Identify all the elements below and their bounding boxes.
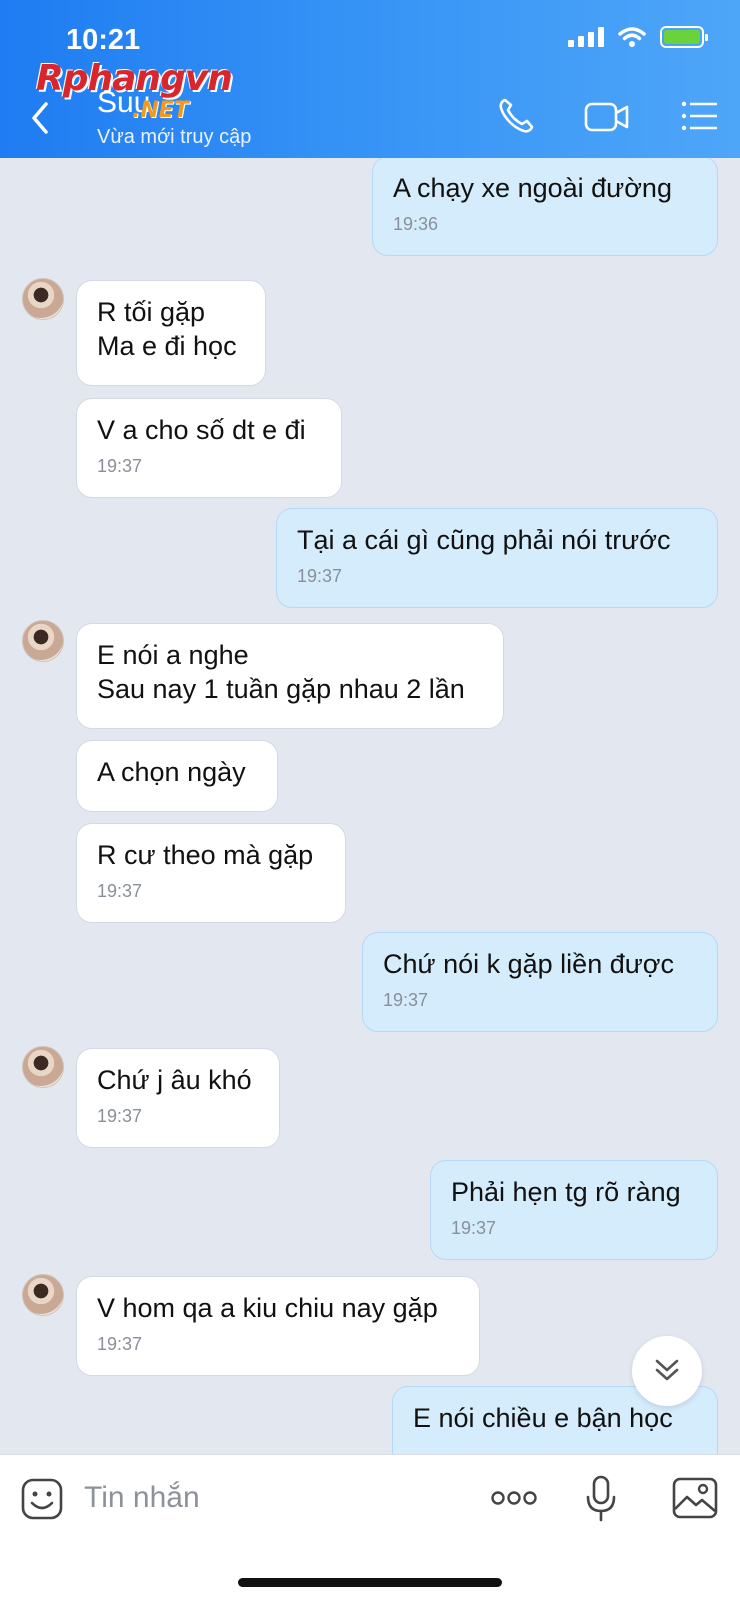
message-text: R tối gặp Ma e đi học	[97, 297, 237, 361]
scroll-to-bottom-button[interactable]	[632, 1336, 702, 1406]
watermark-logo: Rphangvn .NET	[36, 58, 233, 123]
status-icons	[568, 26, 708, 48]
microphone-icon[interactable]	[584, 1475, 618, 1523]
message-time: 19:37	[97, 456, 143, 476]
message-text: E nói chiều e bận học	[413, 1403, 673, 1433]
message-bubble-incoming[interactable]: V hom qa a kiu chiu nay gặp 19:37	[76, 1276, 480, 1376]
battery-icon	[660, 26, 708, 48]
message-text: Phải hẹn tg rõ ràng	[451, 1177, 681, 1207]
avatar[interactable]	[22, 1046, 64, 1088]
message-bubble-incoming[interactable]: E nói a nghe Sau nay 1 tuần gặp nhau 2 l…	[76, 623, 504, 729]
message-time: 19:37	[97, 881, 143, 901]
phone-icon[interactable]	[496, 96, 536, 136]
message-text: R cư theo mà gặp	[97, 840, 314, 870]
message-text: Tại a cái gì cũng phải nói trước	[297, 525, 671, 555]
message-bubble-incoming[interactable]: R cư theo mà gặp 19:37	[76, 823, 346, 923]
message-bubble-outgoing[interactable]: Tại a cái gì cũng phải nói trước 19:37	[276, 508, 718, 608]
message-time: 19:37	[451, 1218, 497, 1238]
more-dots-icon[interactable]	[490, 1489, 538, 1507]
message-bubble-incoming[interactable]: R tối gặp Ma e đi học	[76, 280, 266, 386]
message-text: Chứ nói k gặp liền được	[383, 949, 675, 979]
status-time: 10:21	[66, 24, 141, 56]
message-text: A chạy xe ngoài đường	[393, 173, 672, 203]
avatar[interactable]	[22, 278, 64, 320]
back-icon[interactable]	[22, 96, 62, 140]
message-bubble-incoming[interactable]: A chọn ngày	[76, 740, 278, 812]
message-text: V a cho số dt e đi	[97, 415, 306, 445]
avatar[interactable]	[22, 620, 64, 662]
message-time: 19:37	[383, 990, 429, 1010]
message-list[interactable]: A chạy xe ngoài đường 19:36 R tối gặp Ma…	[0, 158, 740, 1454]
wifi-icon	[618, 27, 646, 47]
list-menu-icon[interactable]	[680, 100, 720, 132]
chat-header: 10:21 Suu Vừa mới truy cập Rphangvn .NET	[0, 0, 740, 158]
message-time: 19:37	[97, 1106, 143, 1126]
signal-icon	[568, 27, 604, 47]
message-text: V hom qa a kiu chiu nay gặp	[97, 1293, 438, 1323]
message-bubble-incoming[interactable]: V a cho số dt e đi 19:37	[76, 398, 342, 498]
video-camera-icon[interactable]	[584, 100, 630, 134]
message-time: 19:37	[97, 1334, 143, 1354]
message-bubble-outgoing[interactable]: A chạy xe ngoài đường 19:36	[372, 158, 718, 256]
home-indicator	[238, 1578, 502, 1587]
message-text: Chứ j âu khó	[97, 1065, 252, 1095]
message-bubble-outgoing[interactable]: Chứ nói k gặp liền được 19:37	[362, 932, 718, 1032]
message-text: A chọn ngày	[97, 757, 246, 787]
message-input[interactable]: Tin nhắn	[84, 1481, 200, 1515]
message-bubble-outgoing[interactable]: Phải hẹn tg rõ ràng 19:37	[430, 1160, 718, 1260]
contact-status: Vừa mới truy cập	[97, 126, 252, 148]
double-chevron-down-icon	[655, 1359, 679, 1381]
message-text: E nói a nghe Sau nay 1 tuần gặp nhau 2 l…	[97, 640, 465, 704]
message-time: 19:37	[297, 566, 343, 586]
message-time: 19:36	[393, 214, 439, 234]
message-bubble-incoming[interactable]: Chứ j âu khó 19:37	[76, 1048, 280, 1148]
image-icon[interactable]	[672, 1477, 718, 1519]
avatar[interactable]	[22, 1274, 64, 1316]
emoji-icon[interactable]	[20, 1477, 64, 1521]
